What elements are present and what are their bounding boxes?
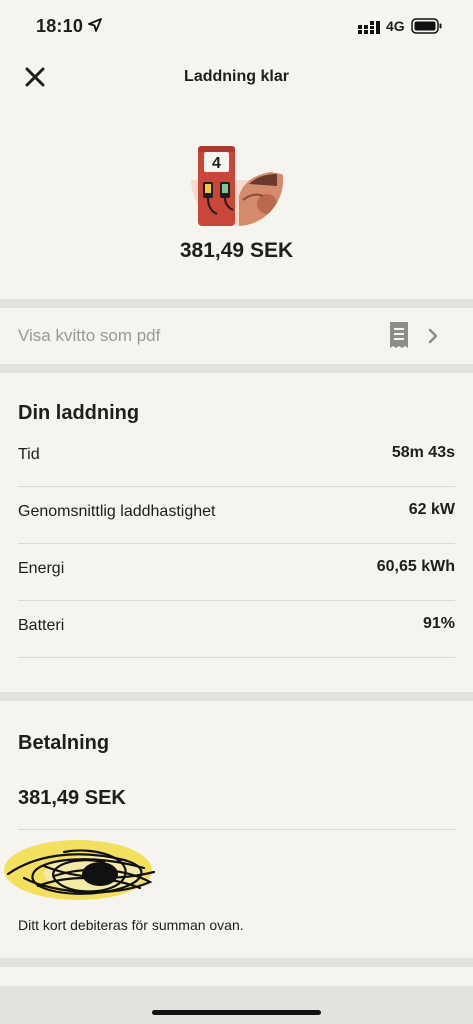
charging-station-illustration: 4 bbox=[191, 146, 283, 226]
cellular-signal-icon bbox=[358, 21, 380, 34]
status-time: 18:10 bbox=[36, 16, 84, 36]
total-amount: 381,49 SEK bbox=[179, 239, 294, 262]
divider bbox=[0, 299, 473, 308]
view-receipt-label: Visa kvitto som pdf bbox=[18, 326, 161, 345]
divider bbox=[0, 364, 473, 373]
detail-value: 62 kW bbox=[408, 501, 455, 518]
detail-value: 58m 43s bbox=[391, 444, 455, 461]
detail-value: 91% bbox=[422, 615, 455, 632]
detail-label: Genomsnittlig laddhastighet bbox=[18, 503, 216, 520]
detail-row-energy: Energi 60,65 kWh bbox=[18, 544, 455, 601]
network-label: 4G bbox=[386, 18, 405, 34]
receipt-icon bbox=[390, 322, 408, 348]
payment-section-title: Betalning bbox=[18, 732, 110, 754]
detail-value: 60,65 kWh bbox=[376, 558, 455, 575]
charging-section-title: Din laddning bbox=[18, 402, 140, 424]
page-title: Laddning klar bbox=[184, 68, 289, 85]
divider bbox=[0, 958, 473, 967]
detail-label: Batteri bbox=[18, 617, 65, 634]
home-indicator[interactable] bbox=[152, 1010, 321, 1015]
bottom-bar bbox=[0, 986, 473, 1024]
redacted-card-info bbox=[4, 840, 156, 900]
location-arrow-icon bbox=[88, 18, 102, 32]
detail-row-avg-speed: Genomsnittlig laddhastighet 62 kW bbox=[18, 487, 455, 544]
nav-bar: Laddning klar bbox=[0, 56, 473, 96]
status-bar: 18:10 4G bbox=[0, 0, 473, 54]
battery-icon bbox=[411, 18, 442, 34]
pump-number: 4 bbox=[212, 155, 221, 172]
detail-row-battery: Batteri 91% bbox=[18, 601, 455, 658]
detail-row-time: Tid 58m 43s bbox=[18, 430, 455, 487]
divider bbox=[18, 829, 455, 830]
divider bbox=[0, 692, 473, 701]
payment-amount: 381,49 SEK bbox=[18, 787, 126, 809]
detail-label: Energi bbox=[18, 560, 65, 577]
chevron-right-icon bbox=[428, 328, 438, 344]
detail-label: Tid bbox=[18, 446, 40, 463]
card-charge-note: Ditt kort debiteras för summan ovan. bbox=[18, 917, 244, 933]
